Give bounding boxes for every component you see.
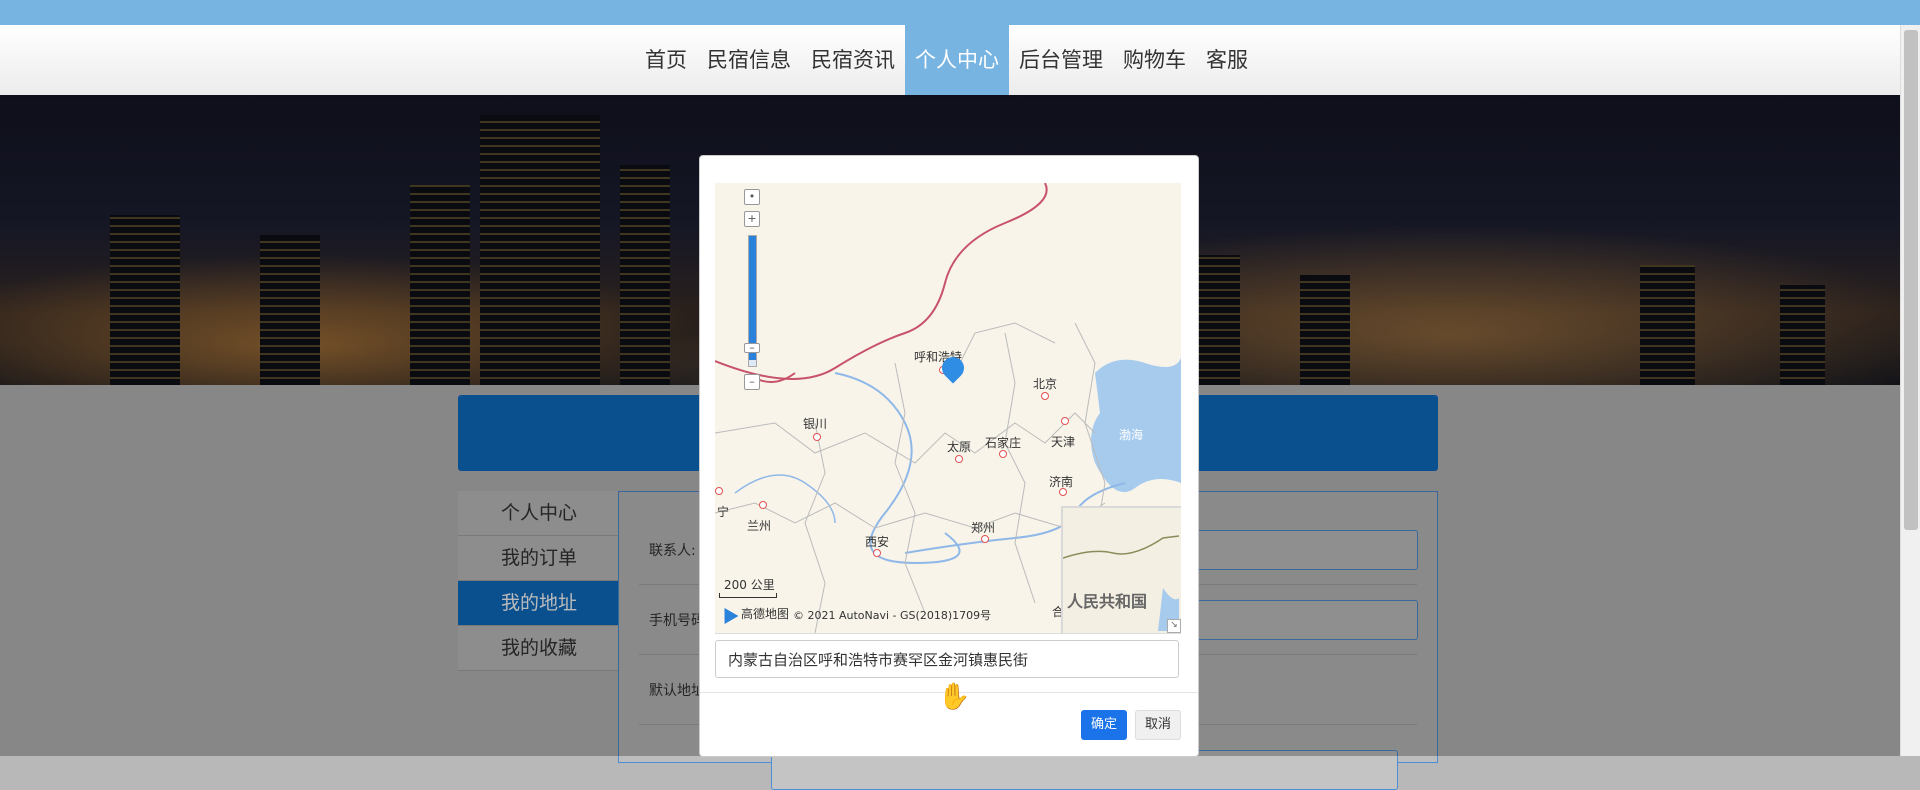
minimap-label: 人民共和国 [1067, 592, 1148, 611]
city-beijing-label: 北京 [1033, 377, 1058, 391]
zoom-handle-icon[interactable]: – [744, 342, 760, 353]
minimap-drawing [1063, 535, 1179, 631]
top-accent-bar [0, 0, 1920, 25]
zoom-control: • + – – [744, 183, 760, 390]
nav-homestay-news[interactable]: 民宿资讯 [801, 25, 905, 95]
nav-service[interactable]: 客服 [1196, 25, 1258, 95]
city-zhengzhou-label: 郑州 [971, 521, 996, 535]
city-jinan-dot [1059, 488, 1067, 496]
cancel-button[interactable]: 取消 [1135, 710, 1181, 740]
map-view[interactable]: • + – – 呼和浩特 北京 银川 太原 石家庄 天津 渤海 济南 兰州 宁 … [715, 183, 1181, 634]
nav-personal-center[interactable]: 个人中心 [905, 25, 1009, 95]
city-tianjin-label: 天津 [1051, 435, 1076, 449]
map-brand: 高德地图 [741, 607, 790, 621]
city-xian-dot [873, 549, 881, 557]
main-nav: 首页 民宿信息 民宿资讯 个人中心 后台管理 购物车 客服 [0, 25, 1920, 95]
city-xining-dot [715, 487, 723, 495]
city-taiyuan-dot [955, 455, 963, 463]
scrollbar-thumb[interactable] [1904, 30, 1918, 530]
city-tianjin-dot [1061, 417, 1069, 425]
city-yinchuan-label: 银川 [803, 417, 828, 431]
nav-admin[interactable]: 后台管理 [1009, 25, 1113, 95]
city-beijing-dot [1041, 392, 1049, 400]
modal-overlay[interactable]: • + – – 呼和浩特 北京 银川 太原 石家庄 天津 渤海 济南 兰州 宁 … [0, 95, 1900, 757]
city-yinchuan-dot [813, 433, 821, 441]
zoom-out-icon[interactable]: – [744, 374, 760, 390]
nav-home[interactable]: 首页 [635, 25, 697, 95]
city-shijiazhuang-label: 石家庄 [985, 436, 1022, 450]
nav-cart[interactable]: 购物车 [1113, 25, 1196, 95]
map-scale-bar [719, 593, 777, 598]
map-picker-dialog: • + – – 呼和浩特 北京 银川 太原 石家庄 天津 渤海 济南 兰州 宁 … [699, 155, 1199, 757]
city-lanzhou-dot [759, 501, 767, 509]
hand-cursor-icon: ✋ [938, 682, 971, 712]
map-copyright: © 2021 AutoNavi - GS(2018)1709号 [793, 609, 992, 622]
page-scrollbar[interactable] [1900, 25, 1920, 756]
city-xian-label: 西安 [865, 535, 890, 549]
city-lanzhou-label: 兰州 [747, 519, 772, 533]
locate-icon[interactable]: • [744, 189, 760, 205]
address-input[interactable]: 内蒙古自治区呼和浩特市赛罕区金河镇惠民街 [715, 640, 1179, 678]
city-zhengzhou-dot [981, 535, 989, 543]
sea-bohai-label: 渤海 [1119, 428, 1144, 442]
minimap-toggle-icon[interactable]: ↘ [1167, 619, 1181, 633]
nav-homestay-info[interactable]: 民宿信息 [697, 25, 801, 95]
map-scale-label: 200 公里 [724, 578, 775, 592]
zoom-in-icon[interactable]: + [744, 211, 760, 227]
city-shijiazhuang-dot [999, 450, 1007, 458]
overview-minimap[interactable]: 人民共和国 ↘ [1061, 506, 1181, 633]
city-xining-label: 宁 [717, 505, 730, 519]
confirm-button[interactable]: 确定 [1081, 710, 1127, 740]
city-taiyuan-label: 太原 [947, 440, 972, 454]
